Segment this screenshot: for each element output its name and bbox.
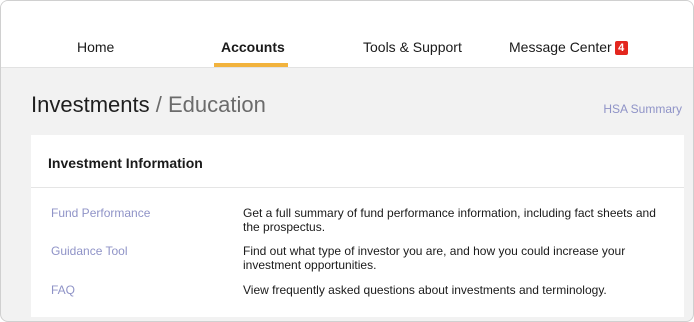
nav-tab-accounts[interactable]: Accounts xyxy=(221,39,285,55)
card-header: Investment Information xyxy=(31,135,684,188)
page-title: Investments / Education xyxy=(31,92,266,118)
list-item-description: View frequently asked questions about in… xyxy=(243,283,607,297)
nav-tab-message-center-label: Message Center xyxy=(509,39,612,55)
hsa-summary-link[interactable]: HSA Summary xyxy=(603,102,682,116)
guidance-tool-link[interactable]: Guidance Tool xyxy=(51,244,128,258)
app-frame: Home Accounts Tools & Support Message Ce… xyxy=(0,0,694,322)
investment-information-card: Investment Information Fund Performance … xyxy=(31,135,684,317)
breadcrumb-separator: / xyxy=(155,92,162,117)
top-nav: Home Accounts Tools & Support Message Ce… xyxy=(1,1,693,68)
page-title-main: Investments xyxy=(31,92,150,117)
message-count-badge: 4 xyxy=(614,41,628,55)
fund-performance-link[interactable]: Fund Performance xyxy=(51,206,150,220)
page-subtitle: Education xyxy=(167,92,266,117)
faq-link[interactable]: FAQ xyxy=(51,283,75,297)
nav-tab-tools-support[interactable]: Tools & Support xyxy=(363,39,462,55)
nav-tab-message-center[interactable]: Message Center 4 xyxy=(509,39,628,55)
nav-tab-home[interactable]: Home xyxy=(77,39,114,55)
active-tab-indicator xyxy=(214,63,288,67)
card-title: Investment Information xyxy=(48,155,203,171)
list-item-description: Find out what type of investor you are, … xyxy=(243,244,626,272)
list-item-description: Get a full summary of fund performance i… xyxy=(243,206,656,234)
